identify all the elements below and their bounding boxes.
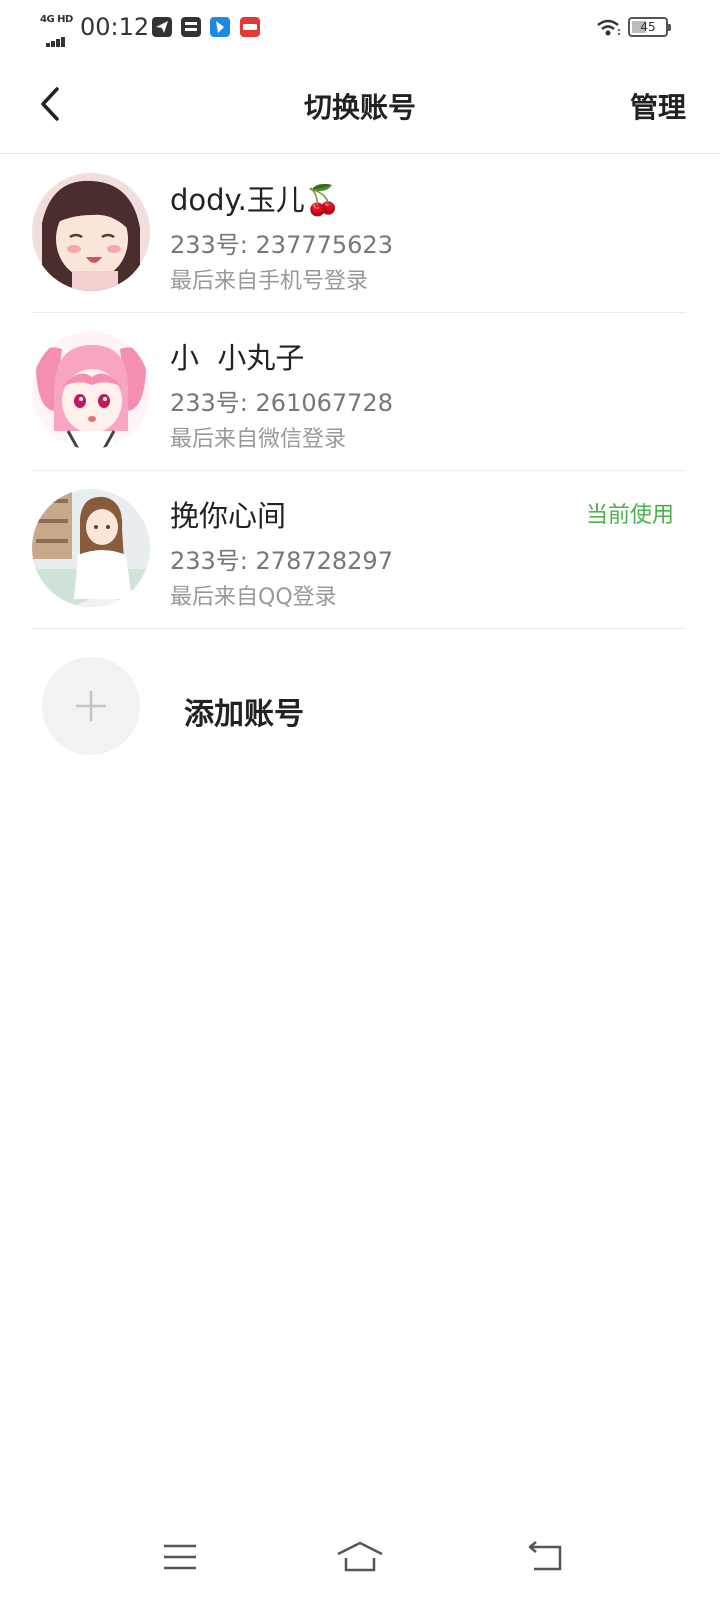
status-time: 00:12 [80, 13, 150, 41]
account-name: dody.玉儿🍒 [170, 183, 341, 217]
network-label: 4G HD [40, 14, 73, 25]
back-button[interactable] [30, 82, 70, 126]
account-id-value: 237775623 [255, 231, 393, 259]
account-id: 233号: 237775623 [170, 225, 393, 260]
manage-button[interactable]: 管理 [630, 86, 686, 126]
account-id-label: 233号: [170, 231, 256, 259]
divider [32, 628, 686, 629]
account-id: 233号: 261067728 [170, 383, 393, 418]
account-id-label: 233号: [170, 547, 256, 575]
plus-icon [76, 691, 106, 721]
avatar [32, 173, 150, 291]
nav-home-button[interactable] [330, 1532, 390, 1582]
header: 切换账号 管理 [0, 56, 720, 154]
chevron-left-icon [41, 87, 59, 121]
account-item[interactable]: 挽你心间 233号: 278728297 最后来自QQ登录 当前使用 [0, 471, 720, 629]
status-bar: 4G HD 00:12 45 [0, 0, 720, 56]
login-source: 最后来自微信登录 [170, 427, 347, 452]
account-name: 小 小丸子 [170, 341, 305, 375]
message-icon [181, 17, 201, 37]
add-account-label: 添加账号 [184, 697, 304, 732]
battery-icon: 45 [628, 17, 671, 37]
account-list: dody.玉儿🍒 233号: 237775623 最后来自手机号登录 小 小丸子… [0, 155, 720, 629]
account-id-value: 278728297 [255, 547, 393, 575]
home-icon [337, 1541, 383, 1572]
menu-icon [164, 1544, 196, 1570]
account-id: 233号: 278728297 [170, 541, 393, 576]
battery-level: 45 [640, 20, 656, 34]
account-item[interactable]: 小 小丸子 233号: 261067728 最后来自微信登录 [0, 313, 720, 471]
page-title: 切换账号 [303, 91, 416, 124]
wifi-icon [596, 18, 622, 38]
red-app-icon [240, 17, 260, 37]
login-source: 最后来自手机号登录 [170, 269, 369, 294]
avatar [32, 331, 150, 449]
current-badge: 当前使用 [585, 503, 674, 528]
account-item[interactable]: dody.玉儿🍒 233号: 237775623 最后来自手机号登录 [0, 155, 720, 313]
app-notification-icon [210, 17, 230, 37]
nav-menu-button[interactable] [150, 1532, 210, 1582]
account-id-label: 233号: [170, 389, 256, 417]
avatar [32, 489, 150, 607]
nav-bar [0, 1520, 720, 1600]
signal-icon: 4G HD [40, 14, 74, 47]
add-account-button[interactable]: 添加账号 [0, 655, 720, 757]
telegram-icon [152, 17, 172, 37]
nav-back-button[interactable] [516, 1532, 576, 1582]
login-source: 最后来自QQ登录 [170, 585, 337, 610]
account-id-value: 261067728 [255, 389, 393, 417]
return-icon [528, 1541, 562, 1571]
add-circle [42, 657, 140, 755]
account-name: 挽你心间 [170, 499, 287, 533]
